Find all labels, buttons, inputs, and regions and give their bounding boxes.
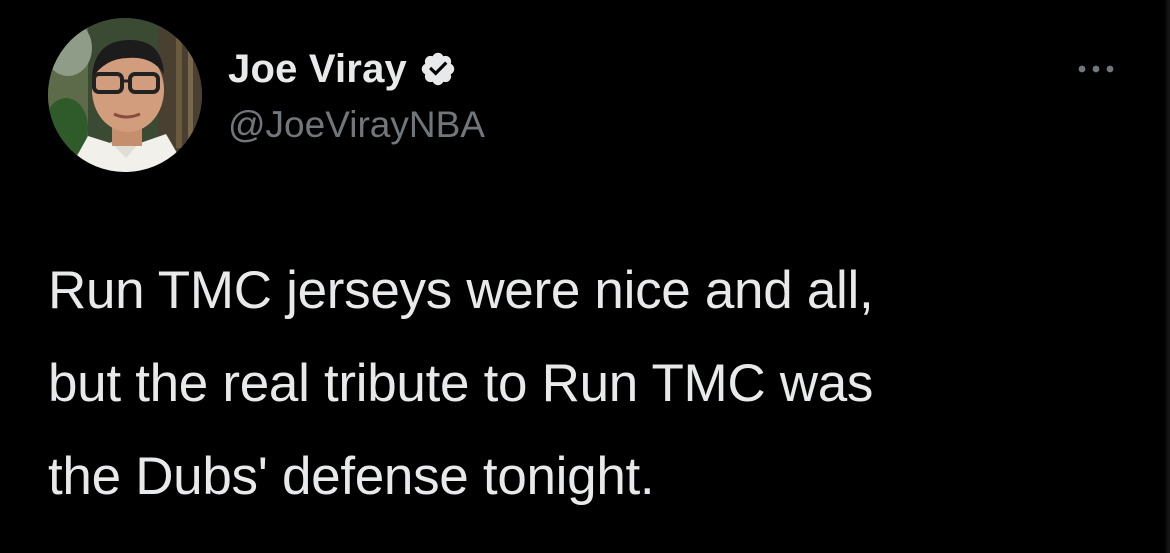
more-horizontal-icon bbox=[1078, 65, 1114, 73]
avatar-image bbox=[48, 18, 202, 172]
verified-badge-icon bbox=[419, 50, 457, 88]
tweet-text-line: Run TMC jerseys were nice and all, bbox=[48, 261, 874, 320]
more-options-button[interactable] bbox=[1068, 56, 1124, 82]
author-display-name[interactable]: Joe Viray bbox=[228, 47, 407, 92]
author-handle[interactable]: @JoeVirayNBA bbox=[228, 104, 485, 146]
tweet-text: Run TMC jerseys were nice and all, but t… bbox=[48, 244, 1128, 523]
tweet-text-line: the Dubs' defense tonight. bbox=[48, 447, 655, 506]
right-edge-divider bbox=[1164, 0, 1170, 553]
tweet-text-line: but the real tribute to Run TMC was bbox=[48, 354, 874, 413]
tweet-card: Joe Viray @JoeVirayNBA Run TMC jerseys w… bbox=[0, 0, 1170, 553]
author-name-row: Joe Viray bbox=[228, 44, 457, 94]
avatar[interactable] bbox=[48, 18, 202, 172]
